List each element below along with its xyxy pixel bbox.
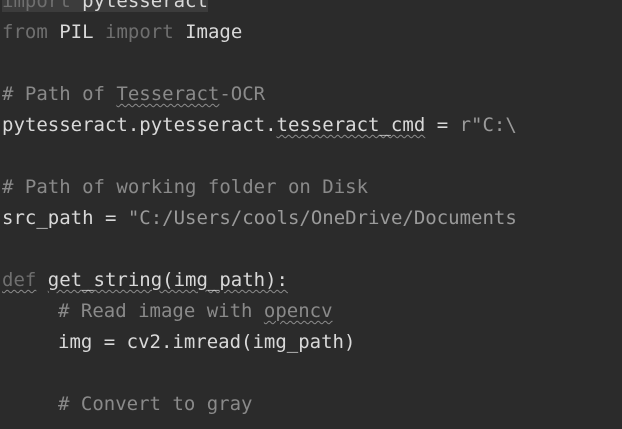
code-prefix: src_path = [2, 207, 128, 229]
code-text: img = cv2.imread(img_path) [58, 331, 356, 353]
string-literal: r"C:\ [459, 114, 517, 136]
pil-module: PIL [59, 21, 94, 43]
comment-prefix: # Path of [2, 83, 117, 105]
code-line-2[interactable]: from PIL import Image [2, 17, 242, 48]
code-line-11[interactable]: # Read image with opencv [2, 296, 333, 327]
comment-text: # Convert to gray [58, 393, 253, 415]
module-name: pytesseract [82, 0, 208, 12]
spell-check-word: opencv [263, 300, 333, 322]
string-literal: "C:/Users/cools/OneDrive/Documents [127, 207, 517, 229]
code-editor[interactable]: import pytesseract from PIL import Image… [0, 0, 622, 429]
comment-prefix: # Read image with [58, 300, 264, 322]
import-keyword: import [105, 21, 174, 43]
code-line-14[interactable]: # Convert to gray [2, 389, 252, 420]
code-line-4[interactable]: # Path of Tesseract-OCR [2, 79, 265, 110]
assignment: = [425, 114, 460, 136]
from-keyword: from [2, 21, 48, 43]
code-line-7[interactable]: # Path of working folder on Disk [2, 172, 368, 203]
comment-suffix: -OCR [219, 83, 266, 105]
image-name: Image [185, 21, 243, 43]
attribute-name: tesseract_cmd [276, 114, 426, 136]
space [70, 0, 83, 12]
def-keyword: def [2, 269, 37, 291]
code-line-10[interactable]: def get_string(img_path): [2, 265, 288, 296]
code-line-5[interactable]: pytesseract.pytesseract.tesseract_cmd = … [2, 110, 517, 141]
import-keyword: import [2, 0, 71, 12]
spell-check-word: Tesseract [116, 83, 220, 105]
function-signature: get_string(img_path): [47, 269, 288, 291]
comment-text: # Path of working folder on Disk [2, 176, 369, 198]
code-line-12[interactable]: img = cv2.imread(img_path) [2, 327, 355, 358]
code-line-8[interactable]: src_path = "C:/Users/cools/OneDrive/Docu… [2, 203, 517, 234]
code-prefix: pytesseract.pytesseract. [2, 114, 277, 136]
code-line-1[interactable]: import pytesseract [2, 0, 208, 17]
